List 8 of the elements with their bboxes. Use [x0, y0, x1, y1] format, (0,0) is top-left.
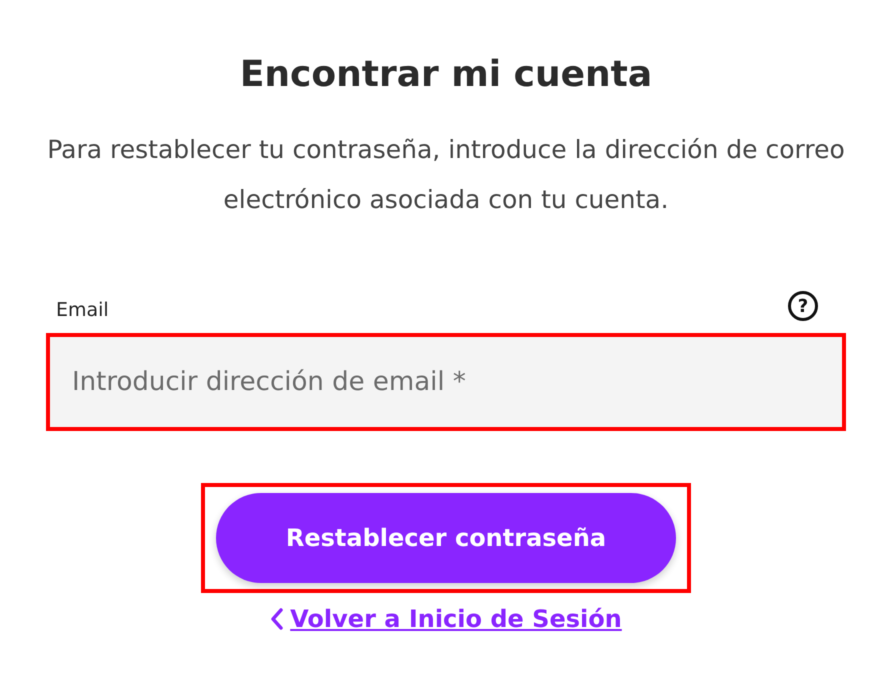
email-input[interactable]: Introducir dirección de email *: [50, 337, 842, 427]
reset-password-button[interactable]: Restablecer contraseña: [216, 493, 676, 583]
instructions-text: Para restablecer tu contraseña, introduce la dirección de correo electrónico asociada con tu cuenta.: [46, 134, 846, 216]
chevron-left-icon: [270, 608, 284, 630]
help-button[interactable]: ?: [788, 291, 818, 321]
back-to-login-link[interactable]: Volver a Inicio de Sesión: [270, 605, 622, 633]
page-title: Encontrar mi cuenta: [240, 54, 652, 95]
email-label: Email: [56, 299, 109, 321]
